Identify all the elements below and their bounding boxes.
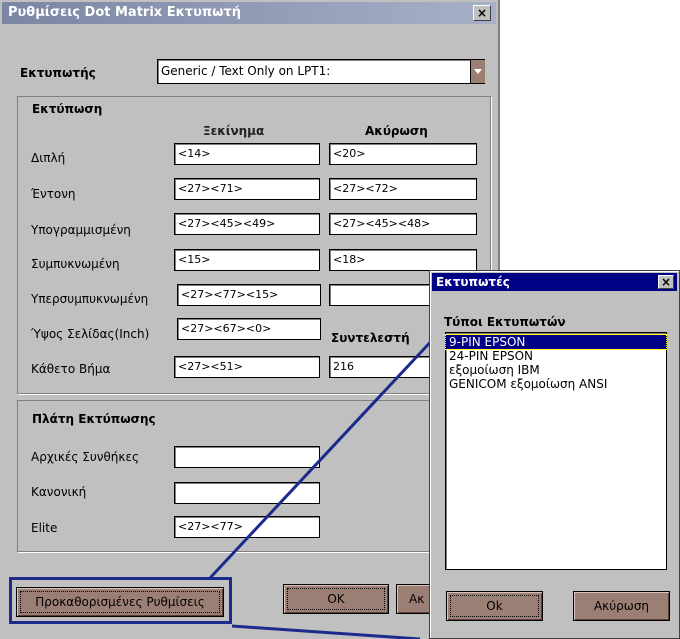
printers-close-icon[interactable]: × [658,275,674,289]
printers-titlebar: Εκτυπωτές [432,273,677,291]
printers-cancel-button[interactable]: Ακύρωση [573,591,670,621]
printers-dialog: Εκτυπωτές × Τύποι Εκτυπωτών 9-PIN EPSON … [429,270,680,639]
printer-types-list[interactable]: 9-PIN EPSON 24-PIN EPSON εξομοίωση IBM G… [445,332,667,570]
callout-bottom-line [231,624,421,639]
callout-line [208,318,453,580]
list-item[interactable]: εξομοίωση IBM [446,363,666,377]
list-item[interactable]: GENICOM εξομοίωση ANSI [446,377,666,391]
printer-types-label: Τύποι Εκτυπωτών [444,315,566,329]
list-item[interactable]: 24-PIN EPSON [446,349,666,363]
printers-title: Εκτυπωτές [436,275,510,289]
printers-ok-button[interactable]: Ok [446,591,543,621]
list-item[interactable]: 9-PIN EPSON [445,334,667,350]
